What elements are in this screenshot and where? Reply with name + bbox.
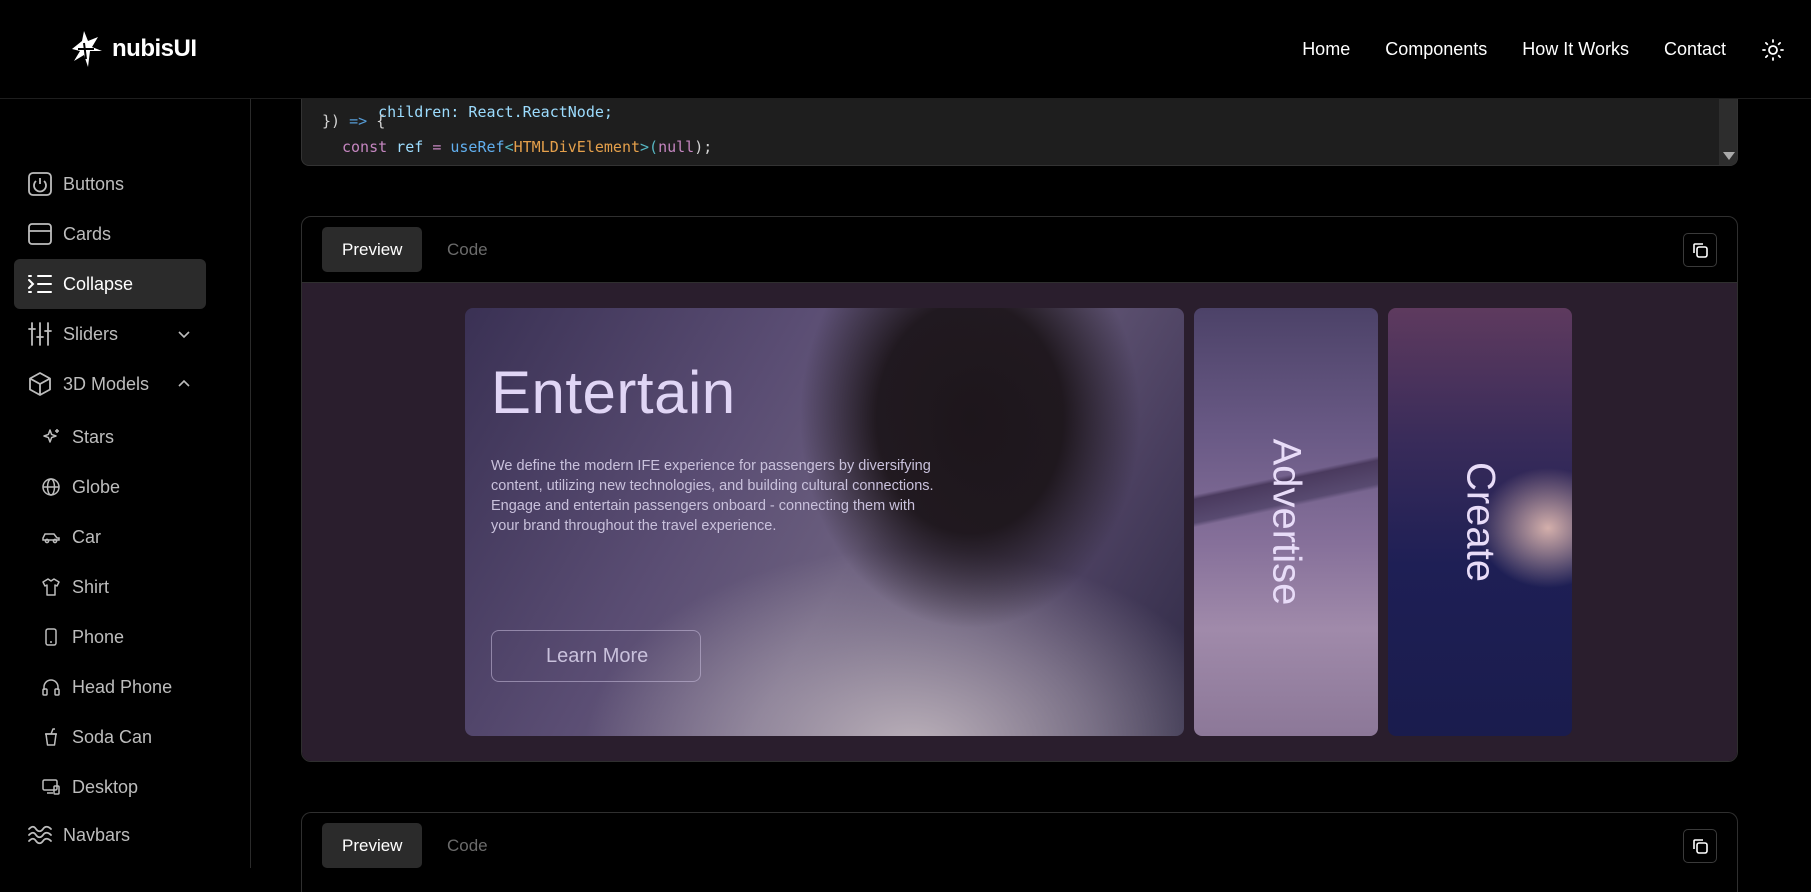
- sidebar-subitem-shirt[interactable]: Shirt: [40, 565, 210, 609]
- sidebar-item-label: Cards: [63, 223, 112, 244]
- code-token: const: [342, 138, 388, 156]
- globe-icon: [40, 476, 62, 498]
- chevron-down-icon[interactable]: [176, 326, 192, 342]
- nav-how-it-works[interactable]: How It Works: [1522, 39, 1629, 60]
- copy-icon: [1693, 243, 1708, 258]
- sidebar-item-collapse[interactable]: Collapse: [14, 259, 206, 309]
- code-token: {: [376, 112, 386, 130]
- sidebar-item-navbars[interactable]: Navbars: [14, 810, 206, 860]
- sidebar: Buttons Cards Collapse Sliders 3D Models…: [0, 99, 251, 868]
- tab-preview[interactable]: Preview: [322, 227, 423, 272]
- nav-contact[interactable]: Contact: [1664, 39, 1726, 60]
- code-token: >(: [640, 138, 659, 156]
- sidebar-subitem-label: Car: [72, 526, 102, 547]
- component-panel: Preview Code Entertain We define the mod…: [301, 216, 1738, 762]
- desktop-icon: [40, 776, 62, 798]
- sidebar-subitem-stars[interactable]: Stars: [40, 415, 210, 459]
- sidebar-item-label: 3D Models: [63, 373, 150, 394]
- car-icon: [40, 526, 62, 548]
- sidebar-item-cards[interactable]: Cards: [14, 209, 206, 259]
- component-panel: Preview Code: [301, 812, 1738, 892]
- tab-preview[interactable]: Preview: [322, 823, 423, 868]
- sidebar-subitem-label: Soda Can: [72, 726, 153, 747]
- power-icon: [26, 170, 54, 198]
- copy-icon: [1693, 839, 1708, 854]
- copy-button[interactable]: [1683, 233, 1717, 267]
- code-token: ref: [387, 138, 433, 156]
- sidebar-subitem-label: Phone: [72, 626, 125, 647]
- chevron-up-icon[interactable]: [176, 376, 192, 392]
- code-text: children: React.ReactNode;: [378, 103, 613, 121]
- inbox-icon: [26, 220, 54, 248]
- nav-home[interactable]: Home: [1302, 39, 1350, 60]
- scroll-down-arrow-icon[interactable]: [1723, 152, 1735, 160]
- code-line-3: const ref = useRef<HTMLDivElement>(null)…: [322, 138, 712, 156]
- code-line-2: }) => {: [322, 112, 385, 130]
- sparkles-icon: [40, 426, 62, 448]
- sidebar-subitem-label: Shirt: [72, 576, 110, 597]
- sun-icon[interactable]: [1761, 38, 1785, 62]
- card-title: Entertain: [491, 359, 736, 426]
- learn-more-button[interactable]: Learn More: [491, 630, 701, 682]
- code-token: useRef: [450, 138, 505, 156]
- sidebar-subitem-desktop[interactable]: Desktop: [40, 765, 210, 809]
- code-token: =: [432, 138, 451, 156]
- preview-area: Entertain We define the modern IFE exper…: [302, 283, 1737, 761]
- code-token: );: [694, 138, 713, 156]
- nav-components[interactable]: Components: [1385, 39, 1487, 60]
- logo-text: nubisUI: [112, 35, 197, 62]
- card-label: Advertise: [1264, 438, 1309, 606]
- code-token: null: [658, 138, 695, 156]
- copy-button[interactable]: [1683, 829, 1717, 863]
- sidebar-subitem-label: Stars: [72, 426, 115, 447]
- sidebar-subitem-globe[interactable]: Globe: [40, 465, 210, 509]
- sidebar-subitem-label: Desktop: [72, 776, 139, 797]
- sidebar-subitem-car[interactable]: Car: [40, 515, 210, 559]
- sidebar-subitem-soda-can[interactable]: Soda Can: [40, 715, 210, 759]
- waves-icon: [26, 821, 54, 849]
- card-create[interactable]: Create: [1388, 308, 1572, 736]
- sidebar-item-label: Buttons: [63, 173, 125, 194]
- phone-icon: [40, 626, 62, 648]
- code-token: =>: [340, 112, 377, 130]
- card-entertain[interactable]: Entertain We define the modern IFE exper…: [465, 308, 1184, 736]
- sidebar-item-label: Sliders: [63, 323, 119, 344]
- sidebar-item-label: Collapse: [63, 273, 134, 294]
- sidebar-item-label: Navbars: [63, 824, 131, 845]
- sidebar-subitem-head-phone[interactable]: Head Phone: [40, 665, 210, 709]
- panel-toolbar: Preview Code: [302, 813, 1737, 879]
- sidebar-subitem-phone[interactable]: Phone: [40, 615, 210, 659]
- shirt-icon: [40, 576, 62, 598]
- sidebar-item-buttons[interactable]: Buttons: [14, 159, 206, 209]
- logo[interactable]: nubisUI: [64, 27, 197, 71]
- sidebar-item-sliders[interactable]: Sliders: [14, 309, 206, 359]
- cube-icon: [26, 370, 54, 398]
- code-token: }): [322, 112, 341, 130]
- card-label: Create: [1458, 461, 1503, 583]
- panel-toolbar: Preview Code: [302, 217, 1737, 283]
- card-description: We define the modern IFE experience for …: [491, 458, 934, 534]
- code-token: <: [504, 138, 514, 156]
- sidebar-subitem-label: Head Phone: [72, 676, 173, 697]
- main-nav: Home Components How It Works Contact: [1302, 0, 1811, 99]
- tab-code[interactable]: Code: [427, 227, 508, 272]
- cup-icon: [40, 726, 62, 748]
- list-indent-icon: [26, 270, 54, 298]
- sidebar-subitem-label: Globe: [72, 476, 121, 497]
- logo-icon: [72, 31, 102, 67]
- top-navbar: nubisUI Home Components How It Works Con…: [0, 0, 1811, 99]
- headphone-icon: [40, 676, 62, 698]
- card-advertise[interactable]: Advertise: [1194, 308, 1378, 736]
- sliders-icon: [26, 320, 54, 348]
- sidebar-item-3d-models[interactable]: 3D Models: [14, 359, 206, 409]
- tab-code[interactable]: Code: [427, 823, 508, 868]
- code-token: HTMLDivElement: [513, 138, 641, 156]
